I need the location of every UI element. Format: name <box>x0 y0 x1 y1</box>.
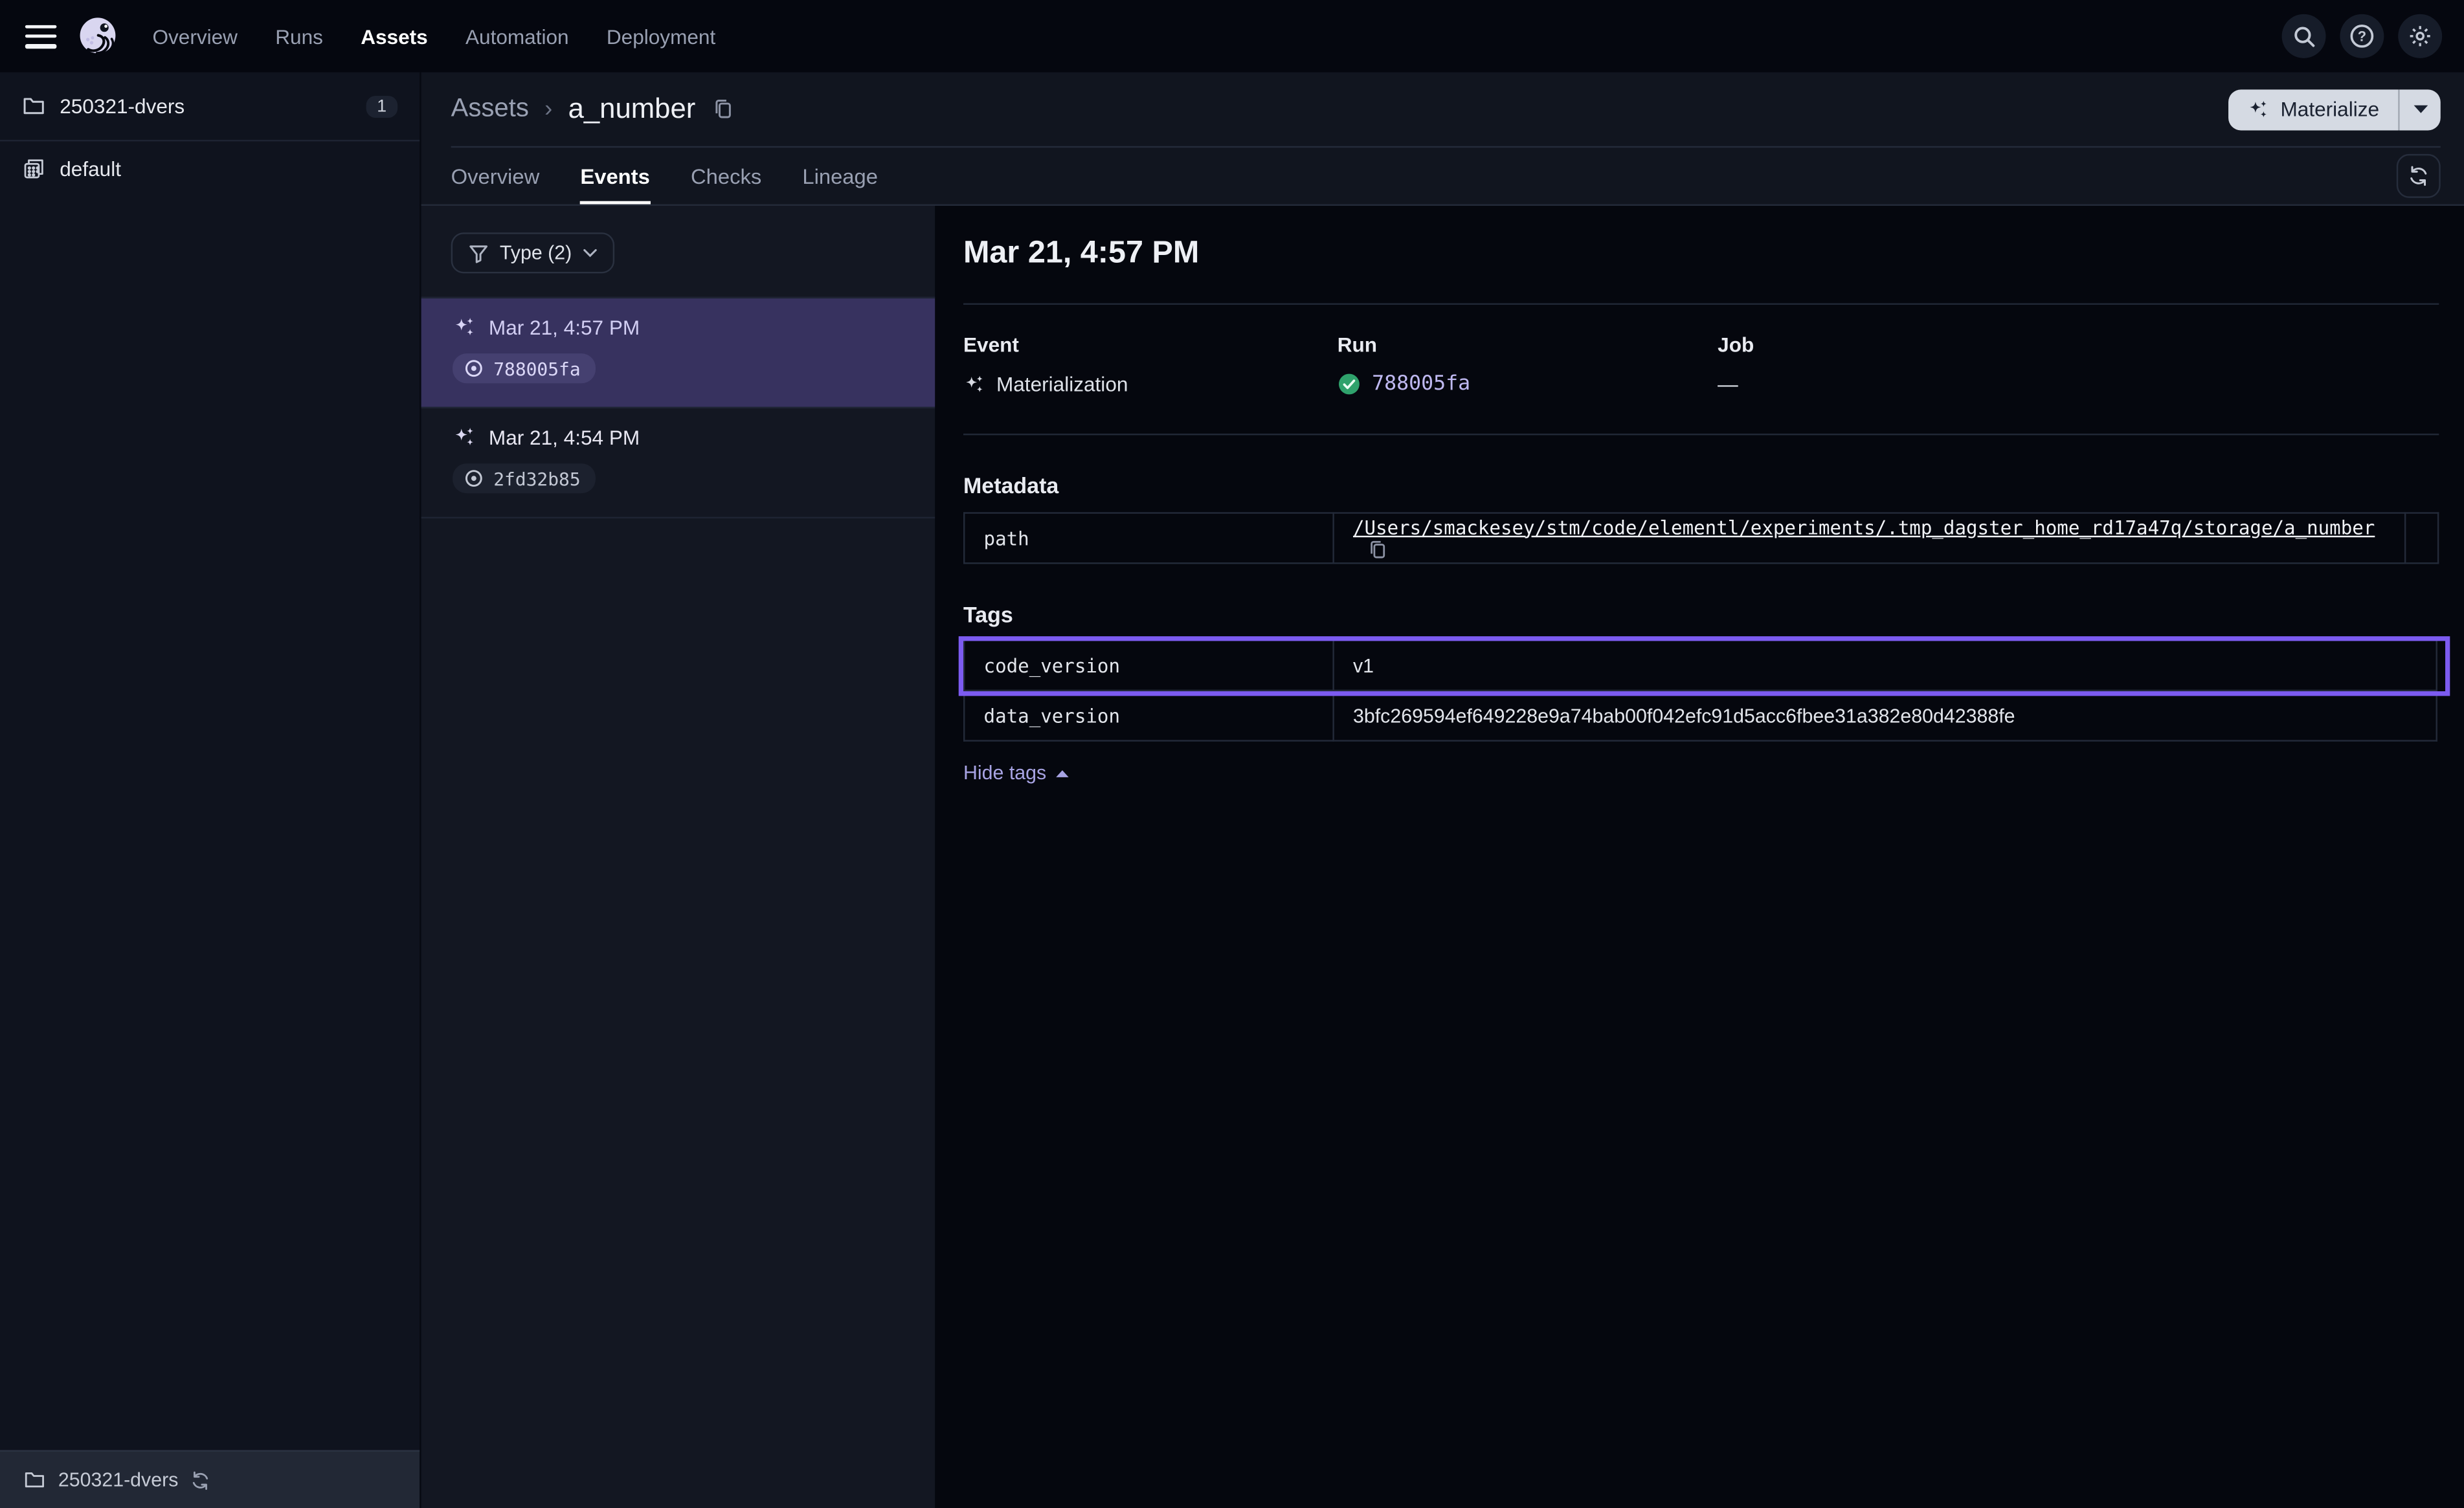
run-target-icon <box>464 468 484 489</box>
reload-location-icon[interactable] <box>191 1470 212 1491</box>
chevron-down-icon <box>583 249 597 258</box>
sidebar-item-group-default[interactable]: default <box>0 141 420 196</box>
top-nav-actions: ? <box>2282 14 2443 58</box>
asset-tabs: Overview Events Checks Lineage <box>421 148 2464 206</box>
run-id-pill[interactable]: 788005fa <box>453 353 596 383</box>
copy-path-icon[interactable] <box>1367 538 1389 560</box>
job-value: — <box>1718 372 1738 395</box>
materialization-sparkles-icon <box>453 426 476 449</box>
nav-runs[interactable]: Runs <box>275 25 323 48</box>
sidebar-item-code-location[interactable]: 250321-dvers 1 <box>0 72 420 142</box>
nav-assets[interactable]: Assets <box>361 25 428 48</box>
metadata-heading: Metadata <box>963 473 2439 498</box>
job-column-label: Job <box>1718 333 1754 357</box>
materialize-split-button: Materialize <box>2228 89 2440 129</box>
run-id-link[interactable]: 788005fa <box>1372 372 1470 395</box>
chevron-down-icon <box>2413 105 2427 113</box>
search-icon[interactable] <box>2282 14 2326 58</box>
tab-overview[interactable]: Overview <box>451 148 540 204</box>
materialize-button[interactable]: Materialize <box>2228 89 2398 129</box>
materialize-dropdown-button[interactable] <box>2400 89 2441 129</box>
run-id: 2fd32b85 <box>493 467 580 489</box>
event-type-filter[interactable]: Type (2) <box>451 232 614 273</box>
materialization-sparkles-icon <box>453 316 476 339</box>
event-list-item[interactable]: Mar 21, 4:54 PM 2fd32b85 <box>421 407 935 518</box>
dagster-logo-icon[interactable] <box>77 15 120 58</box>
run-id-pill[interactable]: 2fd32b85 <box>453 463 596 493</box>
asset-group-icon <box>22 157 45 181</box>
tab-events[interactable]: Events <box>580 148 649 204</box>
event-summary-row: Event Materialization Run <box>963 333 2439 396</box>
tab-checks[interactable]: Checks <box>691 148 761 204</box>
nav-overview[interactable]: Overview <box>152 25 238 48</box>
hamburger-menu-icon[interactable] <box>25 25 57 48</box>
metadata-key: path <box>964 513 1333 564</box>
materialization-sparkles-icon <box>963 373 985 395</box>
folder-icon <box>22 94 45 118</box>
sidebar-footer: 250321-dvers <box>0 1450 420 1508</box>
primary-nav: Overview Runs Assets Automation Deployme… <box>152 25 715 48</box>
divider <box>963 303 2439 304</box>
hide-tags-label: Hide tags <box>963 762 1046 784</box>
event-column-label: Event <box>963 333 1338 357</box>
breadcrumb-assets-link[interactable]: Assets <box>451 94 529 124</box>
event-detail-heading: Mar 21, 4:57 PM <box>963 234 2439 272</box>
table-row: data_version 3bfc269594ef649228e9a74bab0… <box>964 691 2438 741</box>
folder-icon <box>23 1469 45 1491</box>
sparkles-icon <box>2248 98 2270 120</box>
help-icon[interactable]: ? <box>2340 14 2384 58</box>
asset-group-name: default <box>60 157 121 181</box>
settings-icon[interactable] <box>2398 14 2442 58</box>
nav-deployment[interactable]: Deployment <box>607 25 715 48</box>
run-success-icon <box>1338 372 1361 395</box>
materialize-label: Materialize <box>2280 97 2379 120</box>
dagster-app: Overview Runs Assets Automation Deployme… <box>0 0 2464 1508</box>
metadata-path-link[interactable]: /Users/smackesey/stm/code/elementl/exper… <box>1353 516 2375 538</box>
chevron-up-icon <box>1056 769 1068 777</box>
svg-text:?: ? <box>2358 28 2366 45</box>
asset-catalog-sidebar: 250321-dvers 1 default <box>0 72 421 1508</box>
table-row-highlighted: code_version v1 <box>964 640 2438 691</box>
table-spacer-cell <box>2405 513 2438 564</box>
event-timestamp: Mar 21, 4:57 PM <box>489 316 640 339</box>
asset-header: Assets › a_number Materialize <box>421 72 2464 206</box>
tags-heading: Tags <box>963 602 2439 627</box>
tab-lineage[interactable]: Lineage <box>802 148 878 204</box>
event-timestamp: Mar 21, 4:54 PM <box>489 426 640 449</box>
nav-automation[interactable]: Automation <box>465 25 569 48</box>
breadcrumb-separator: › <box>544 96 552 122</box>
tag-key: data_version <box>964 691 1333 741</box>
tags-table: code_version v1 data_version 3bfc269594e… <box>963 639 2439 742</box>
run-id: 788005fa <box>493 357 580 379</box>
tag-value: v1 <box>1334 640 2437 691</box>
tag-key: code_version <box>964 640 1333 691</box>
refresh-icon[interactable] <box>2397 154 2441 198</box>
hide-tags-link[interactable]: Hide tags <box>963 762 1068 784</box>
event-list-panel: Type (2) Mar 21, 4:57 PM <box>421 206 935 1508</box>
code-location-name: 250321-dvers <box>60 94 185 118</box>
run-column-label: Run <box>1338 333 1718 357</box>
filter-label: Type (2) <box>500 242 572 264</box>
page-title: a_number <box>568 93 696 126</box>
event-list-item[interactable]: Mar 21, 4:57 PM 788005fa <box>421 297 935 407</box>
top-nav: Overview Runs Assets Automation Deployme… <box>0 0 2464 72</box>
footer-code-location-name: 250321-dvers <box>58 1469 179 1491</box>
event-type-value: Materialization <box>996 372 1128 395</box>
asset-count-badge: 1 <box>366 95 398 117</box>
breadcrumb: Assets › a_number Materialize <box>421 72 2464 146</box>
table-row: path /Users/smackesey/stm/code/elementl/… <box>964 513 2438 564</box>
event-detail-panel: Mar 21, 4:57 PM Event Materialization <box>935 206 2464 1508</box>
run-target-icon <box>464 358 484 379</box>
metadata-table: path /Users/smackesey/stm/code/elementl/… <box>963 512 2439 564</box>
copy-asset-name-icon[interactable] <box>711 97 735 120</box>
divider <box>963 434 2439 435</box>
filter-funnel-icon <box>468 243 489 263</box>
tag-value: 3bfc269594ef649228e9a74bab00f042efc91d5a… <box>1334 691 2437 741</box>
